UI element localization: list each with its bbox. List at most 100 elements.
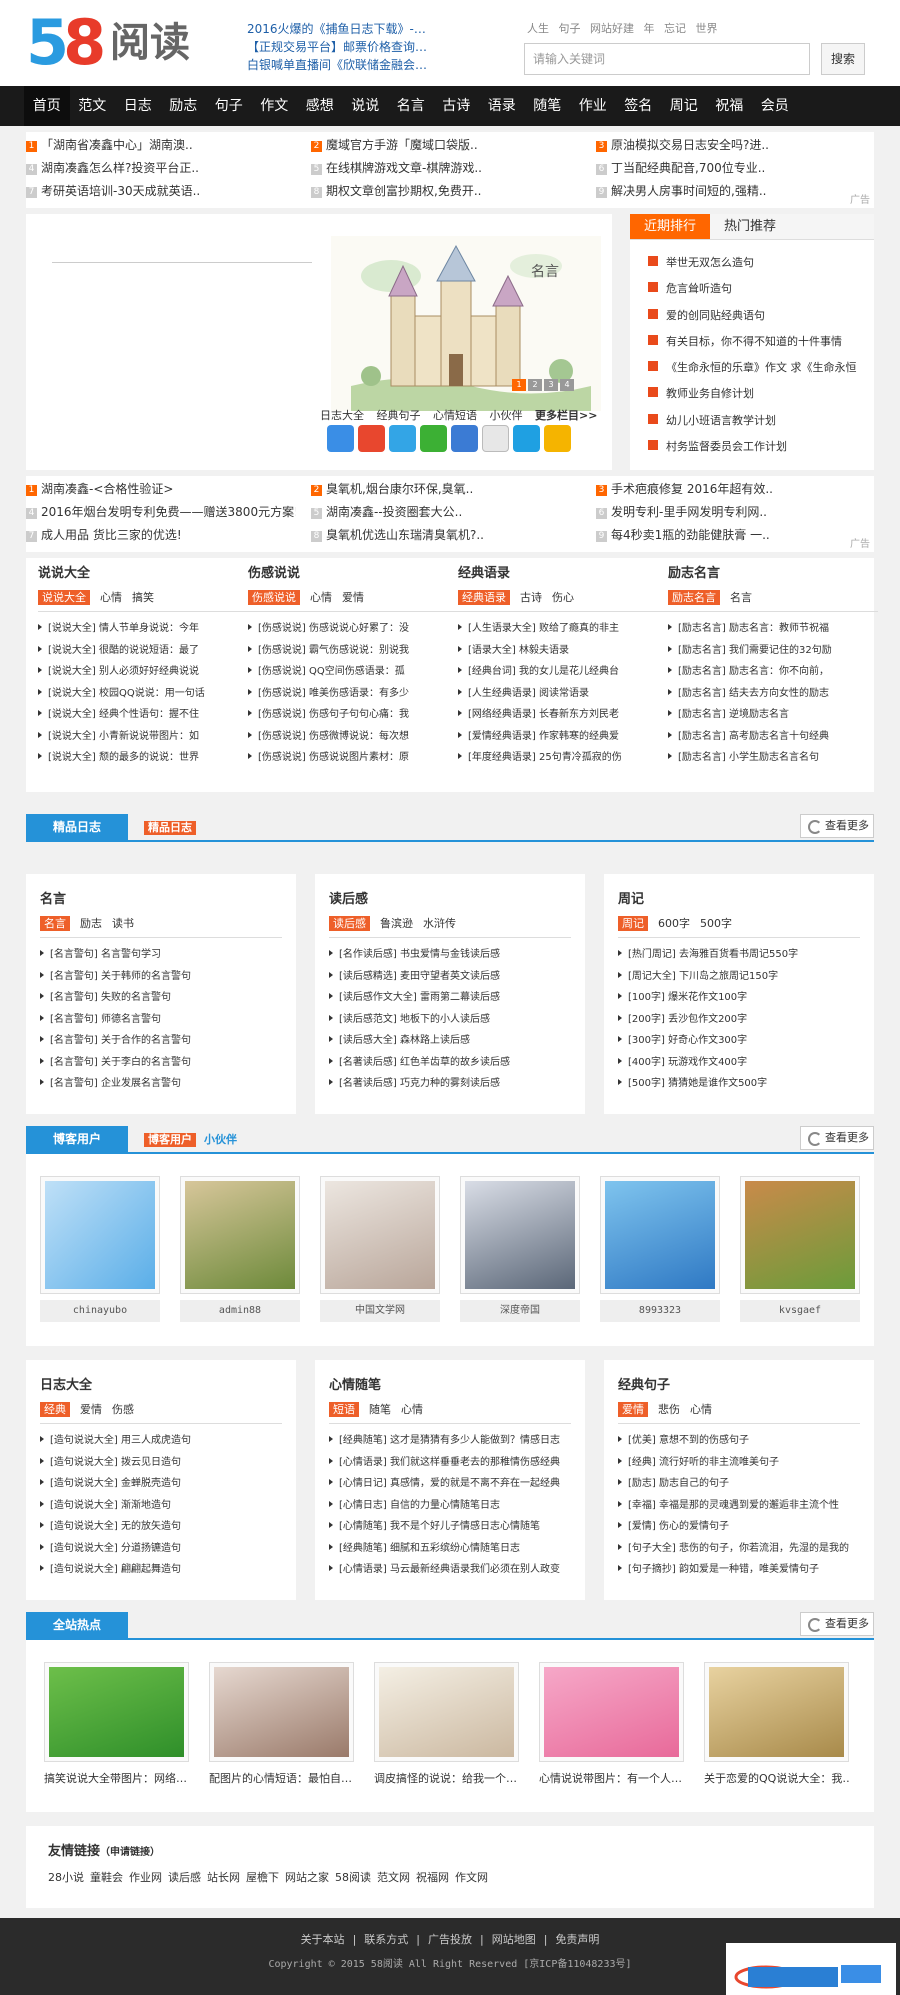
nav-item[interactable]: 随笔	[525, 86, 571, 126]
ad-link[interactable]: 7 考研英语培训-30天成就英语..	[26, 182, 296, 199]
list-item[interactable]: [伤感说说] 霸气伤感说说：别说我	[248, 640, 458, 662]
column-tab[interactable]: 爱情	[618, 1402, 648, 1417]
hot-item-caption[interactable]: 心情说说带图片：有一个人…	[539, 1770, 684, 1786]
list-item[interactable]: [200字] 丢沙包作文200字	[618, 1009, 860, 1031]
blog-user-avatar[interactable]	[180, 1176, 300, 1294]
section-tag[interactable]: 精品日志	[144, 821, 196, 835]
section-title[interactable]: 精品日志	[26, 814, 128, 840]
list-item[interactable]: [语录大全] 林毅夫语录	[458, 640, 668, 662]
column-tab[interactable]: 心情	[310, 591, 332, 604]
ad-link[interactable]: 2 臭氧机,烟台康尔环保,臭氧..	[311, 480, 581, 497]
blog-user-name[interactable]: 8993323	[600, 1300, 720, 1322]
list-item[interactable]: [伤感说说] 伤感微博说说：每次想	[248, 726, 458, 748]
column-title[interactable]: 周记	[618, 888, 860, 907]
friend-link[interactable]: 读后感	[168, 1871, 201, 1884]
column-tab[interactable]: 随笔	[369, 1403, 391, 1416]
list-item[interactable]: [经典随笔] 这才是猜猜有多少人能做到？情感日志	[329, 1430, 571, 1452]
ad-link[interactable]: 3 原油模拟交易日志安全吗?进..	[596, 136, 866, 153]
nav-item[interactable]: 祝福	[707, 86, 753, 126]
hot-item-image[interactable]	[44, 1662, 189, 1762]
ad-link[interactable]: 9 每4秒卖1瓶的劲能健肤膏 一..	[596, 526, 866, 543]
search-input[interactable]: 请输入关键词	[524, 43, 810, 75]
nav-item[interactable]: 作文	[252, 86, 298, 126]
section-title[interactable]: 全站热点	[26, 1612, 128, 1638]
column-tab[interactable]: 古诗	[520, 591, 542, 604]
list-item[interactable]: [网络经典语录] 长春新东方刘民老	[458, 704, 668, 726]
footer-link[interactable]: 免责声明	[555, 1933, 599, 1946]
view-more-button[interactable]: 查看更多	[800, 1126, 874, 1150]
nav-item[interactable]: 句子	[206, 86, 252, 126]
list-item[interactable]: [名言警句] 企业发展名言警句	[40, 1073, 282, 1095]
friend-link[interactable]: 站长网	[207, 1871, 240, 1884]
column-title[interactable]: 励志名言	[668, 562, 878, 581]
weibo-icon[interactable]	[358, 425, 385, 452]
footer-link[interactable]: 关于本站	[301, 1933, 345, 1946]
friend-link[interactable]: 作文网	[455, 1871, 488, 1884]
list-item[interactable]: [读后感精选] 麦田守望者英文读后感	[329, 966, 571, 988]
column-tab[interactable]: 伤心	[552, 591, 574, 604]
ad-link[interactable]: 7 成人用品 货比三家的优选!	[26, 526, 296, 543]
list-item[interactable]: [伤感说说] 伤感说说图片素材：原	[248, 747, 458, 769]
column-tab[interactable]: 心情	[401, 1403, 423, 1416]
column-tab[interactable]: 读后感	[329, 916, 370, 931]
hot-item-image[interactable]	[209, 1662, 354, 1762]
blog-user-name[interactable]: kvsgaef	[740, 1300, 860, 1322]
ad-link[interactable]: 8 期权文章创富抄期权,免费开..	[311, 182, 581, 199]
list-item[interactable]: [说说大全] 颓的最多的说说：世界	[38, 747, 248, 769]
column-title[interactable]: 说说大全	[38, 562, 248, 581]
column-tab[interactable]: 经典语录	[458, 590, 510, 605]
nav-item[interactable]: 励志	[161, 86, 207, 126]
keyword-link[interactable]: 句子	[559, 22, 581, 35]
list-item[interactable]: [说说大全] 小青新说说带图片：如	[38, 726, 248, 748]
ranking-item[interactable]: 《生命永恒的乐章》作文 求《生命永恒	[648, 355, 874, 381]
list-item[interactable]: [100字] 爆米花作文100字	[618, 987, 860, 1009]
list-item[interactable]: [300字] 好奇心作文300字	[618, 1030, 860, 1052]
hot-item[interactable]: 调皮搞怪的说说：给我一个…	[374, 1662, 519, 1786]
ad-link[interactable]: 1 「湖南省凑鑫中心」湖南澳..	[26, 136, 296, 153]
search-button[interactable]: 搜索	[821, 43, 865, 75]
hot-item-caption[interactable]: 搞笑说说大全带图片：网络…	[44, 1770, 189, 1786]
ad-link[interactable]: 6 发明专利-里手网发明专利网..	[596, 503, 866, 520]
nav-item[interactable]: 范文	[70, 86, 116, 126]
friend-link[interactable]: 28小说	[48, 1871, 84, 1884]
blog-user-card[interactable]: 8993323	[600, 1176, 720, 1322]
list-item[interactable]: [造句说说大全] 无的放矢造句	[40, 1516, 282, 1538]
list-item[interactable]: [优美] 意想不到的伤感句子	[618, 1430, 860, 1452]
list-item[interactable]: [心情日记] 真感情，爱的就是不离不弃在一起经典	[329, 1473, 571, 1495]
list-item[interactable]: [名著读后感] 红色羊齿草的故乡读后感	[329, 1052, 571, 1074]
column-tab[interactable]: 励志	[80, 917, 102, 930]
list-item[interactable]: [经典随笔] 细腻和五彩缤纷心情随笔日志	[329, 1538, 571, 1560]
ad-link[interactable]: 2 魔域官方手游「魔域口袋版..	[311, 136, 581, 153]
column-tab[interactable]: 500字	[700, 917, 732, 930]
list-item[interactable]: [造句说说大全] 翩翩起舞造句	[40, 1559, 282, 1581]
list-item[interactable]: [读后感作文大全] 雷雨第二幕读后感	[329, 987, 571, 1009]
column-title[interactable]: 读后感	[329, 888, 571, 907]
list-item[interactable]: [名著读后感] 巧克力种的雾刻读后感	[329, 1073, 571, 1095]
ranking-item[interactable]: 村务监督委员会工作计划	[648, 434, 874, 460]
list-item[interactable]: [名作读后感] 书虫爱情与金钱读后感	[329, 944, 571, 966]
category-link[interactable]: 日志大全	[320, 409, 364, 422]
list-item[interactable]: [500字] 猜猜她是谁作文500字	[618, 1073, 860, 1095]
hotnews-item[interactable]: 【正规交易平台】邮票价格查询…	[247, 38, 509, 56]
more-categories-link[interactable]: 更多栏目>>	[535, 409, 597, 422]
footer-link[interactable]: 网站地图	[492, 1933, 536, 1946]
list-item[interactable]: [经典] 流行好听的非主流唯美句子	[618, 1452, 860, 1474]
nav-item[interactable]: 日志	[115, 86, 161, 126]
ad-link[interactable]: 5 湖南凑鑫--投资圈套大公..	[311, 503, 581, 520]
list-item[interactable]: [名言警句] 关于韩师的名言警句	[40, 966, 282, 988]
list-item[interactable]: [励志名言] 我们需要记住的32句励	[668, 640, 878, 662]
column-tab[interactable]: 说说大全	[38, 590, 90, 605]
list-item[interactable]: [年度经典语录] 25句青冷孤寂的伤	[458, 747, 668, 769]
column-title[interactable]: 经典语录	[458, 562, 668, 581]
notepad-icon[interactable]	[482, 425, 509, 452]
list-item[interactable]: [心情随笔] 我不是个好儿子情感日志心情随笔	[329, 1516, 571, 1538]
list-item[interactable]: [人生经典语录] 阅读常语录	[458, 683, 668, 705]
list-item[interactable]: [励志名言] 高考励志名言十句经典	[668, 726, 878, 748]
column-tab[interactable]: 励志名言	[668, 590, 720, 605]
column-tab[interactable]: 短语	[329, 1402, 359, 1417]
column-title[interactable]: 名言	[40, 888, 282, 907]
ad-link[interactable]: 6 丁当配经典配音,700位专业..	[596, 159, 866, 176]
list-item[interactable]: [励志名言] 小学生励志名言名句	[668, 747, 878, 769]
list-item[interactable]: [心情日志] 自信的力量心情随笔日志	[329, 1495, 571, 1517]
ranking-item[interactable]: 举世无双怎么造句	[648, 250, 874, 276]
